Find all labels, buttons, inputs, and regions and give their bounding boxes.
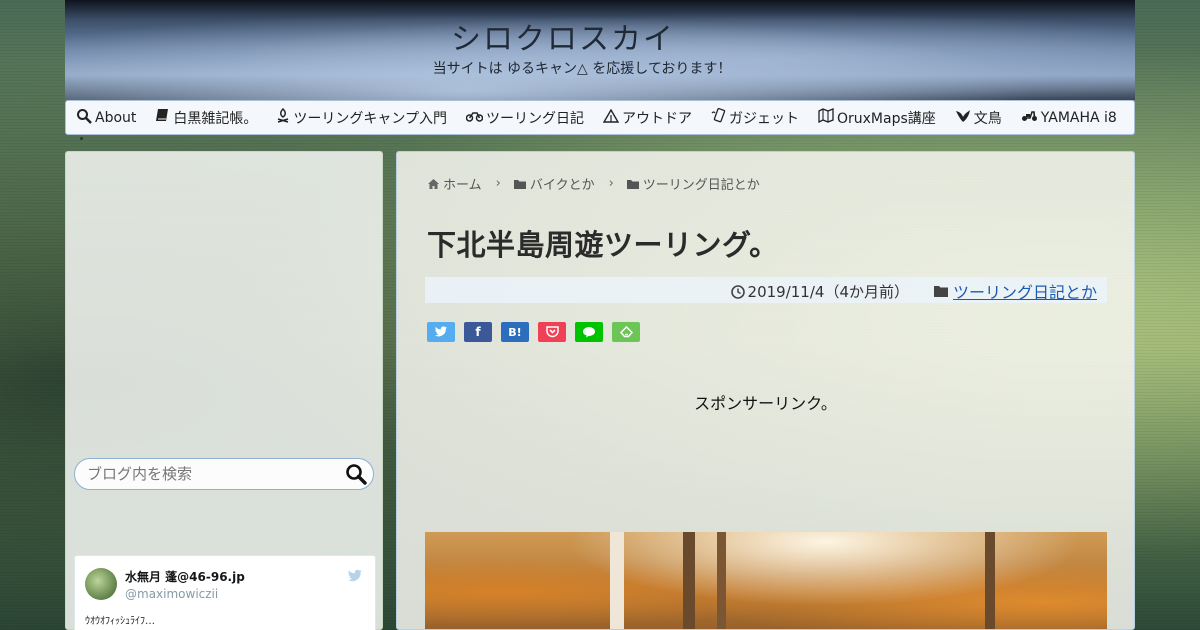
nav-label: 文鳥 [973, 110, 1002, 127]
search-icon [346, 464, 367, 485]
campfire-icon [276, 107, 290, 127]
pocket-share-button[interactable] [538, 322, 566, 342]
nav-label: 白黒雑記帳。 [173, 110, 258, 127]
share-buttons: f B! [427, 322, 649, 342]
search-input[interactable] [87, 465, 337, 483]
pocket-icon [545, 326, 559, 338]
map-icon [818, 108, 834, 127]
avatar[interactable] [85, 568, 117, 600]
chevron-right-icon: › [608, 176, 614, 191]
breadcrumb-category-bike[interactable]: バイクとか [513, 174, 595, 193]
birch-trunk [610, 532, 624, 629]
global-nav: About 白黒雑記帳。 ツーリングキャンプ入門 ツーリング日記 アウトドア ガ… [65, 100, 1135, 135]
search-button[interactable] [345, 463, 367, 485]
site-title[interactable]: シロクロスカイ [65, 14, 1135, 58]
facebook-icon: f [475, 325, 481, 339]
post-featured-image[interactable] [425, 532, 1107, 629]
tree-trunk [717, 532, 726, 629]
scooter-icon [1021, 109, 1038, 126]
nav-item-bird[interactable]: 文鳥 [955, 101, 1002, 134]
search-box [74, 458, 374, 490]
main-content: ホーム › バイクとか › ツーリング日記とか 下北半島周遊ツーリング。 201… [396, 151, 1135, 630]
post-title: 下北半島周遊ツーリング。 [427, 228, 779, 262]
nav-label: ツーリング日記 [486, 110, 584, 127]
folder-icon [513, 179, 526, 189]
nav-item-touring-camp[interactable]: ツーリングキャンプ入門 [276, 101, 447, 134]
sidebar: 水無月 蓬@46-96.jp @maximowiczii ｳｵｳｵﾌｨｯｼｭﾗｲ… [65, 151, 383, 630]
breadcrumb: ホーム › バイクとか › ツーリング日記とか [427, 174, 760, 193]
post-meta: 2019/11/4（4か月前） ツーリング日記とか [425, 277, 1107, 303]
hatena-icon: B! [508, 325, 522, 339]
tent-icon [602, 108, 620, 127]
breadcrumb-category-touring[interactable]: ツーリング日記とか [626, 174, 760, 193]
folder-icon [626, 179, 639, 189]
post-category-link[interactable]: ツーリング日記とか [953, 279, 1097, 303]
site-header: シロクロスカイ 当サイトは ゆるキャン△ を応援しております！ [65, 0, 1135, 100]
bird-icon [955, 109, 971, 127]
site-tagline: 当サイトは ゆるキャン△ を応援しております！ [432, 61, 732, 77]
twitter-timeline-widget[interactable]: 水無月 蓬@46-96.jp @maximowiczii ｳｵｳｵﾌｨｯｼｭﾗｲ… [74, 555, 376, 630]
post-category: ツーリング日記とか [933, 279, 1097, 303]
line-icon [583, 327, 595, 338]
nav-label: アウトドア [622, 110, 692, 127]
tweet-author-handle[interactable]: @maximowiczii [125, 587, 218, 601]
nav-bullet [80, 137, 83, 140]
nav-item-yamaha-i8[interactable]: YAMAHA i8 [1021, 101, 1117, 134]
nav-item-notebook[interactable]: 白黒雑記帳。 [155, 101, 257, 134]
twitter-share-button[interactable] [427, 322, 455, 342]
sponsored-link-label: スポンサーリンク。 [694, 394, 837, 413]
chevron-right-icon: › [495, 176, 501, 191]
post-date: 2019/11/4（4か月前） [730, 281, 909, 302]
nav-label: About [95, 109, 137, 126]
home-icon [428, 178, 439, 189]
search-icon [76, 108, 92, 128]
nav-label: OruxMaps講座 [837, 110, 936, 127]
twitter-icon [434, 326, 448, 337]
nav-item-about[interactable]: About [76, 101, 136, 134]
line-share-button[interactable] [575, 322, 603, 342]
breadcrumb-home[interactable]: ホーム [427, 174, 482, 193]
twitter-bird-icon[interactable] [347, 568, 363, 584]
facebook-share-button[interactable]: f [464, 322, 492, 342]
nav-item-touring-diary[interactable]: ツーリング日記 [465, 101, 584, 134]
nav-item-outdoor[interactable]: アウトドア [602, 101, 692, 134]
tweet-text: ｳｵｳｵﾌｨｯｼｭﾗｲﾌ… [85, 616, 155, 627]
tweet-author-name[interactable]: 水無月 蓬@46-96.jp [125, 568, 245, 585]
nav-label: YAMAHA i8 [1040, 109, 1117, 126]
nav-label: ガジェット [729, 110, 799, 127]
gadget-icon [711, 107, 726, 127]
nav-label: ツーリングキャンプ入門 [293, 110, 447, 127]
book-icon [155, 108, 170, 127]
clock-icon [730, 284, 745, 299]
feedly-icon [619, 326, 633, 338]
tree-trunk [683, 532, 695, 629]
nav-item-oruxmaps[interactable]: OruxMaps講座 [818, 101, 936, 134]
tree-trunk [985, 532, 995, 629]
feedly-share-button[interactable] [612, 322, 640, 342]
motorcycle-icon [465, 110, 484, 126]
hatena-bookmark-button[interactable]: B! [501, 322, 529, 342]
folder-icon [933, 286, 948, 297]
nav-item-gadget[interactable]: ガジェット [711, 101, 799, 134]
